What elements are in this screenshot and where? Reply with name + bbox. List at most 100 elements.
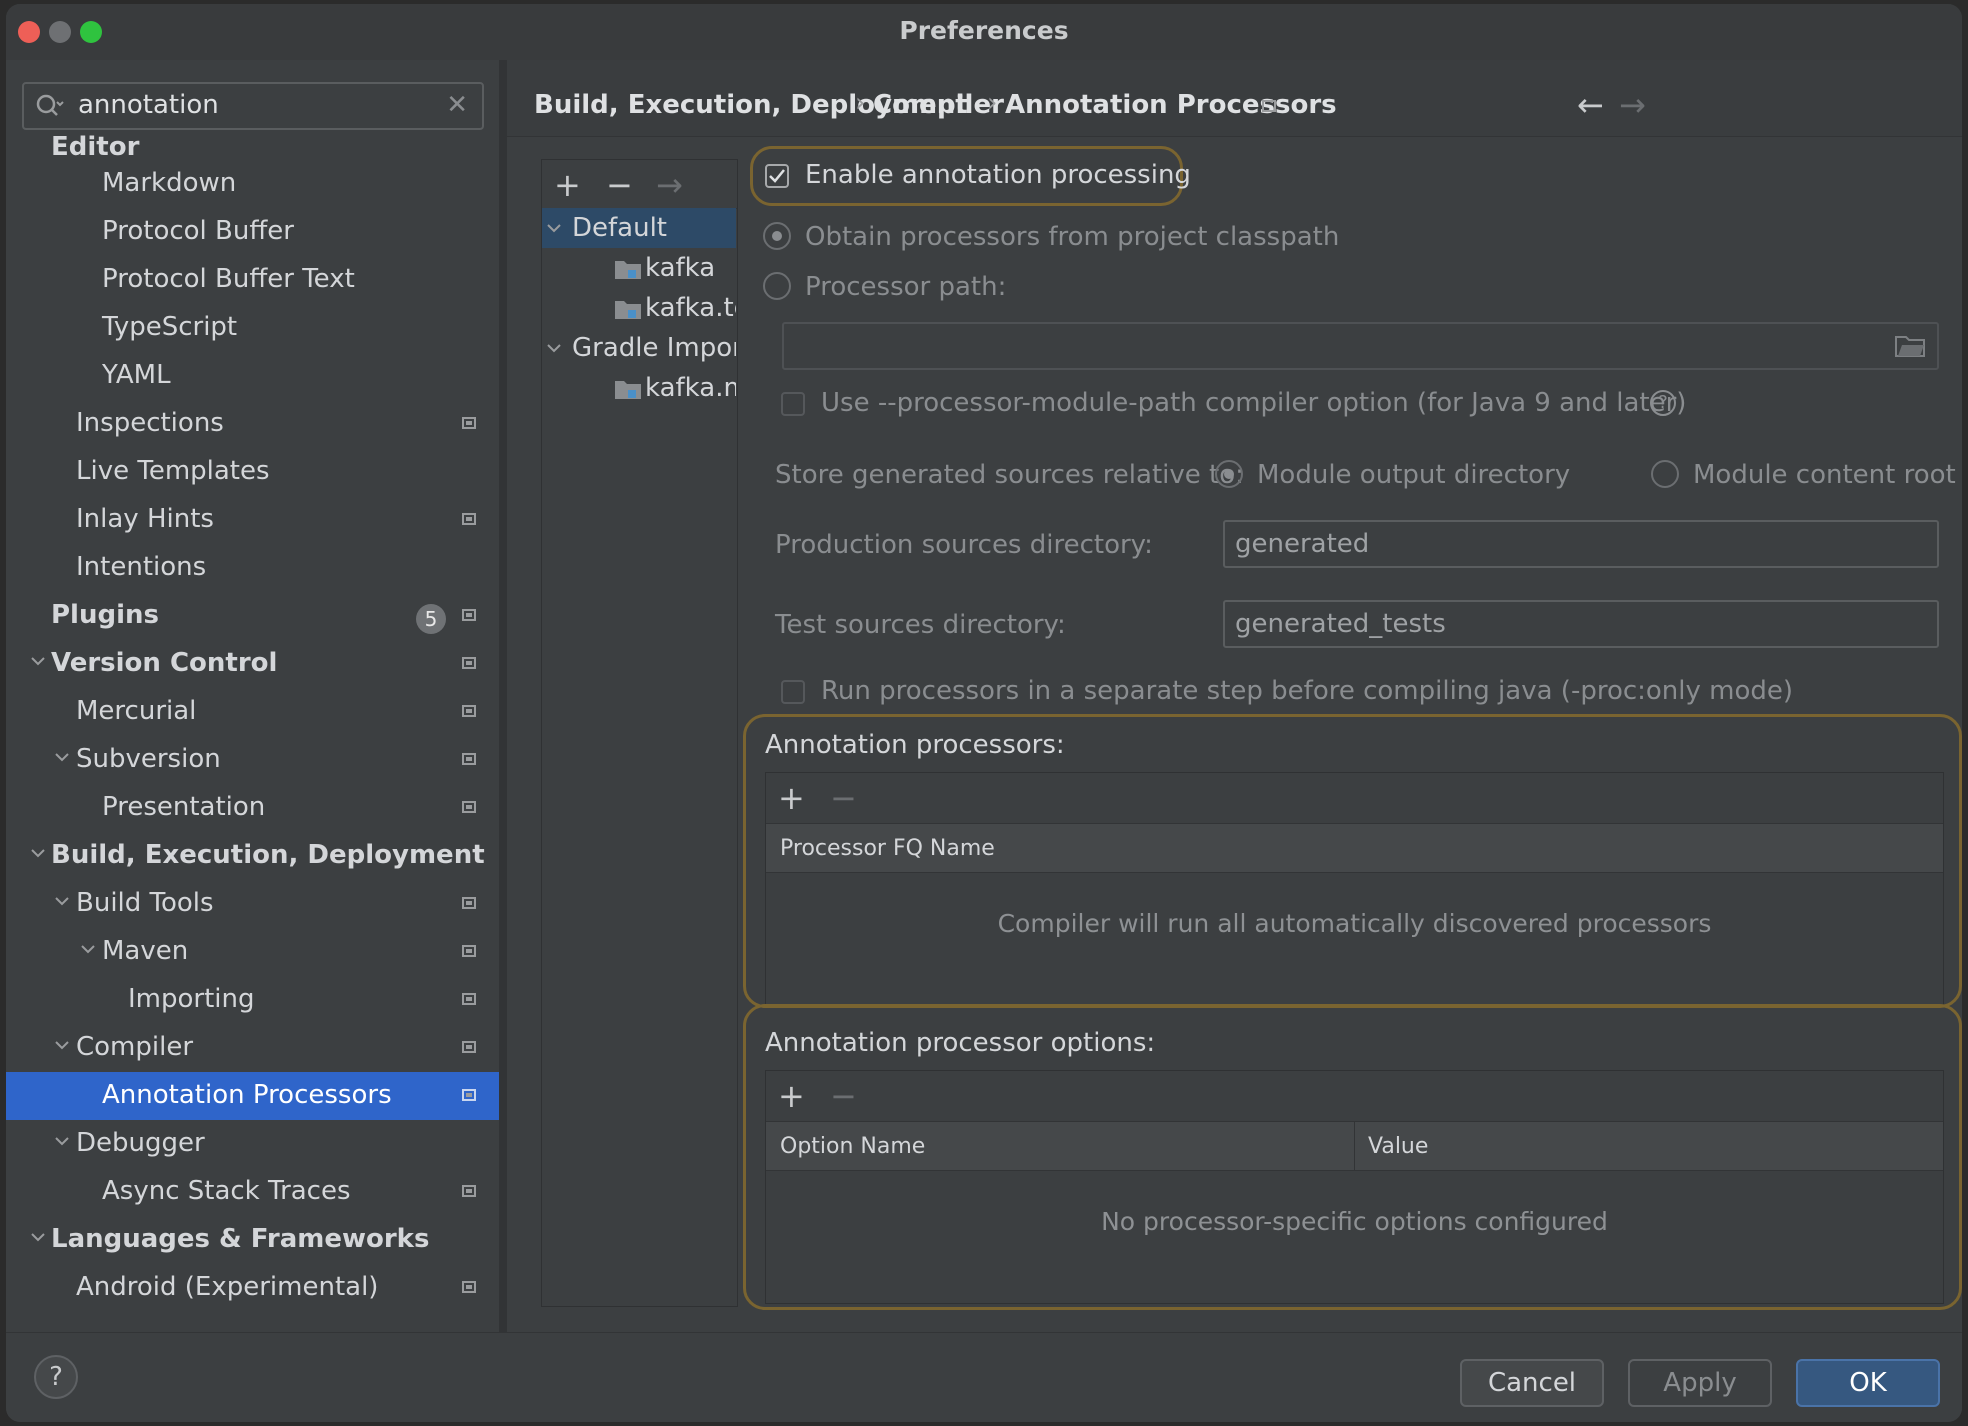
column-header-processor-fq-name[interactable]: Processor FQ Name — [780, 836, 995, 861]
sidebar-item-label: Markdown — [102, 168, 237, 198]
processor-path-radio[interactable] — [763, 272, 791, 300]
sidebar-item-label: Plugins — [51, 600, 159, 630]
project-settings-icon — [462, 1089, 476, 1101]
sidebar-item-annotation-processors[interactable]: Annotation Processors — [6, 1072, 499, 1120]
project-settings-icon — [462, 513, 476, 525]
test-sources-field[interactable]: generated_tests — [1223, 600, 1939, 648]
column-header-option-name[interactable]: Option Name — [780, 1134, 925, 1159]
sidebar-item-async-stack-traces[interactable]: Async Stack Traces — [6, 1168, 499, 1216]
module-folder-icon — [615, 381, 641, 399]
production-sources-field[interactable]: generated — [1223, 520, 1939, 568]
ok-button[interactable]: OK — [1796, 1359, 1940, 1407]
sidebar-item-presentation[interactable]: Presentation — [6, 784, 499, 832]
help-button[interactable]: ? — [34, 1355, 78, 1399]
module-content-root-radio[interactable] — [1651, 460, 1679, 488]
sidebar-item-label: Protocol Buffer Text — [102, 264, 355, 294]
search-value: annotation — [78, 90, 219, 120]
chevron-down-icon[interactable] — [80, 941, 96, 957]
move-arrow-icon[interactable]: → — [656, 166, 683, 204]
sidebar-item-languages-frameworks[interactable]: Languages & Frameworks — [6, 1216, 499, 1264]
back-arrow-icon[interactable]: ← — [1577, 86, 1604, 124]
chevron-down-icon[interactable] — [54, 749, 70, 765]
sidebar-item-build-tools[interactable]: Build Tools — [6, 880, 499, 928]
sidebar-item-mercurial[interactable]: Mercurial — [6, 688, 499, 736]
add-icon[interactable]: + — [778, 1077, 805, 1115]
sidebar-item-markdown[interactable]: Markdown — [6, 160, 499, 208]
module-item[interactable]: kafka.te — [542, 288, 736, 328]
sidebar-item-android-experimental[interactable]: Android (Experimental) — [6, 1264, 499, 1312]
sidebar-item-inspections[interactable]: Inspections — [6, 400, 499, 448]
column-header-value[interactable]: Value — [1368, 1134, 1428, 1159]
module-item[interactable]: kafka — [542, 248, 736, 288]
enable-annotation-processing-checkbox[interactable] — [765, 164, 789, 188]
search-input[interactable]: annotation ✕ — [22, 82, 484, 130]
processor-module-path-label[interactable]: Use --processor-module-path compiler opt… — [821, 388, 1686, 418]
settings-sidebar: annotation ✕ Editor Markdown Protocol Bu… — [6, 60, 499, 1332]
clear-search-icon[interactable]: ✕ — [446, 90, 468, 120]
chevron-down-icon[interactable] — [30, 653, 46, 669]
chevron-down-icon[interactable] — [54, 893, 70, 909]
processor-path-label[interactable]: Processor path: — [805, 272, 1006, 302]
sidebar-item-debugger[interactable]: Debugger — [6, 1120, 499, 1168]
search-icon — [36, 94, 64, 122]
chevron-down-icon[interactable] — [30, 1229, 46, 1245]
add-icon[interactable]: + — [778, 779, 805, 817]
sidebar-item-maven[interactable]: Maven — [6, 928, 499, 976]
folder-browse-icon[interactable] — [1895, 334, 1925, 358]
sidebar-item-version-control[interactable]: Version Control — [6, 640, 499, 688]
sidebar-item-importing[interactable]: Importing — [6, 976, 499, 1024]
sidebar-item-label: Protocol Buffer — [102, 216, 294, 246]
help-icon[interactable]: ? — [1650, 390, 1676, 416]
processor-path-field[interactable] — [782, 322, 1939, 370]
sidebar-item-build-execution-deployment[interactable]: Build, Execution, Deployment — [6, 832, 499, 880]
project-settings-icon — [462, 897, 476, 909]
sidebar-item-subversion[interactable]: Subversion — [6, 736, 499, 784]
production-sources-value: generated — [1235, 529, 1370, 559]
chevron-down-icon[interactable] — [546, 340, 562, 356]
module-item[interactable]: kafka.m — [542, 368, 736, 408]
sidebar-item-typescript[interactable]: TypeScript — [6, 304, 499, 352]
sidebar-item-compiler[interactable]: Compiler — [6, 1024, 499, 1072]
module-output-directory-radio[interactable] — [1215, 460, 1243, 488]
forward-arrow-icon[interactable]: → — [1619, 86, 1646, 124]
module-content-root-label[interactable]: Module content root — [1693, 460, 1956, 490]
chevron-down-icon[interactable] — [30, 845, 46, 861]
breadcrumb-item[interactable]: Compiler — [873, 90, 1004, 120]
store-generated-label: Store generated sources relative to: — [775, 460, 1244, 490]
module-output-directory-label[interactable]: Module output directory — [1257, 460, 1570, 490]
add-icon[interactable]: + — [554, 166, 581, 204]
apply-button[interactable]: Apply — [1628, 1359, 1772, 1407]
sidebar-item-protocol-buffer[interactable]: Protocol Buffer — [6, 208, 499, 256]
obtain-processors-label[interactable]: Obtain processors from project classpath — [805, 222, 1339, 252]
run-separate-step-checkbox[interactable] — [781, 680, 805, 704]
module-folder-icon — [615, 301, 641, 319]
sidebar-item-intentions[interactable]: Intentions — [6, 544, 499, 592]
sidebar-item-plugins[interactable]: Plugins 5 — [6, 592, 499, 640]
sidebar-item-label: Languages & Frameworks — [51, 1224, 430, 1254]
sidebar-divider[interactable] — [499, 60, 507, 1332]
remove-icon[interactable]: − — [830, 779, 857, 817]
sidebar-item-label: Importing — [128, 984, 255, 1014]
annotation-processors-title: Annotation processors: — [765, 730, 1065, 760]
chevron-down-icon[interactable] — [546, 220, 562, 236]
profile-default[interactable]: Default — [542, 208, 736, 248]
column-divider[interactable] — [1354, 1122, 1355, 1170]
sidebar-item-label: YAML — [102, 360, 171, 390]
cancel-button[interactable]: Cancel — [1460, 1359, 1604, 1407]
obtain-processors-radio[interactable] — [763, 222, 791, 250]
sidebar-item-yaml[interactable]: YAML — [6, 352, 499, 400]
module-label: kafka.m — [645, 373, 736, 403]
chevron-down-icon[interactable] — [54, 1037, 70, 1053]
remove-icon[interactable]: − — [606, 166, 633, 204]
enable-annotation-processing-label[interactable]: Enable annotation processing — [805, 160, 1191, 190]
remove-icon[interactable]: − — [830, 1077, 857, 1115]
processor-module-path-checkbox[interactable] — [781, 392, 805, 416]
profile-gradle-imported[interactable]: Gradle Impor — [542, 328, 736, 368]
sidebar-item-live-templates[interactable]: Live Templates — [6, 448, 499, 496]
sidebar-item-protocol-buffer-text[interactable]: Protocol Buffer Text — [6, 256, 499, 304]
run-separate-step-label[interactable]: Run processors in a separate step before… — [821, 676, 1793, 706]
breadcrumb-separator-icon: › — [855, 88, 866, 118]
chevron-down-icon[interactable] — [54, 1133, 70, 1149]
sidebar-item-inlay-hints[interactable]: Inlay Hints — [6, 496, 499, 544]
project-settings-icon — [1262, 100, 1276, 112]
